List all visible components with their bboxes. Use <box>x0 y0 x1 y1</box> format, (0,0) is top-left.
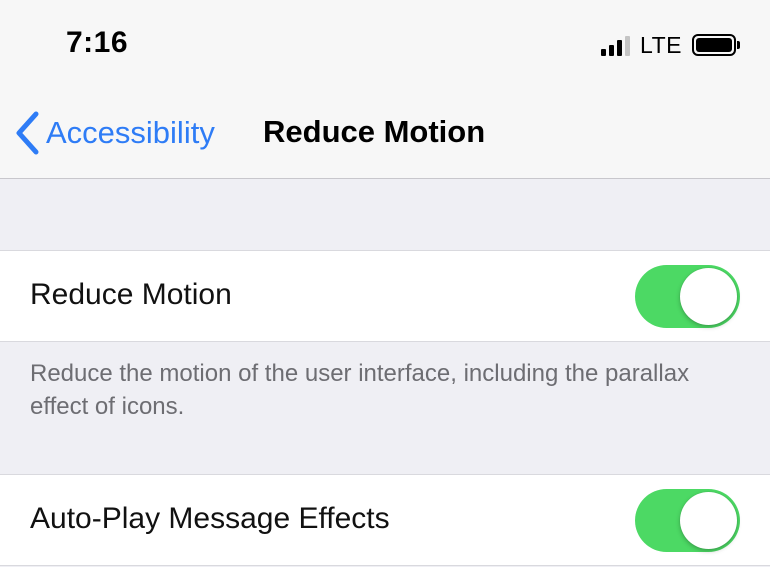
back-button[interactable]: Accessibility <box>14 108 215 158</box>
reduce-motion-description: Reduce the motion of the user interface,… <box>30 360 690 420</box>
auto-play-message-effects-label: Auto-Play Message Effects <box>30 502 390 535</box>
settings-row-reduce-motion: Reduce Motion <box>0 250 770 342</box>
auto-play-message-effects-toggle[interactable] <box>635 489 740 552</box>
top-bar: 7:16 LTE Accessibility Reduce Motion <box>0 0 770 179</box>
status-indicators: LTE <box>601 30 740 60</box>
reduce-motion-toggle[interactable] <box>635 265 740 328</box>
page-title: Reduce Motion <box>263 114 486 149</box>
network-type: LTE <box>640 31 682 58</box>
status-time: 7:16 <box>66 26 129 59</box>
back-button-label: Accessibility <box>46 115 215 150</box>
toggle-knob <box>680 492 737 549</box>
chevron-left-icon <box>16 111 39 155</box>
toggle-knob <box>680 268 737 325</box>
settings-row-auto-play-message-effects: Auto-Play Message Effects <box>0 474 770 566</box>
navigation-bar: Accessibility Reduce Motion <box>0 90 770 179</box>
battery-full-icon <box>692 34 740 56</box>
reduce-motion-label: Reduce Motion <box>30 278 232 311</box>
status-bar: 7:16 LTE <box>0 0 770 90</box>
cellular-signal-icon <box>601 34 631 56</box>
